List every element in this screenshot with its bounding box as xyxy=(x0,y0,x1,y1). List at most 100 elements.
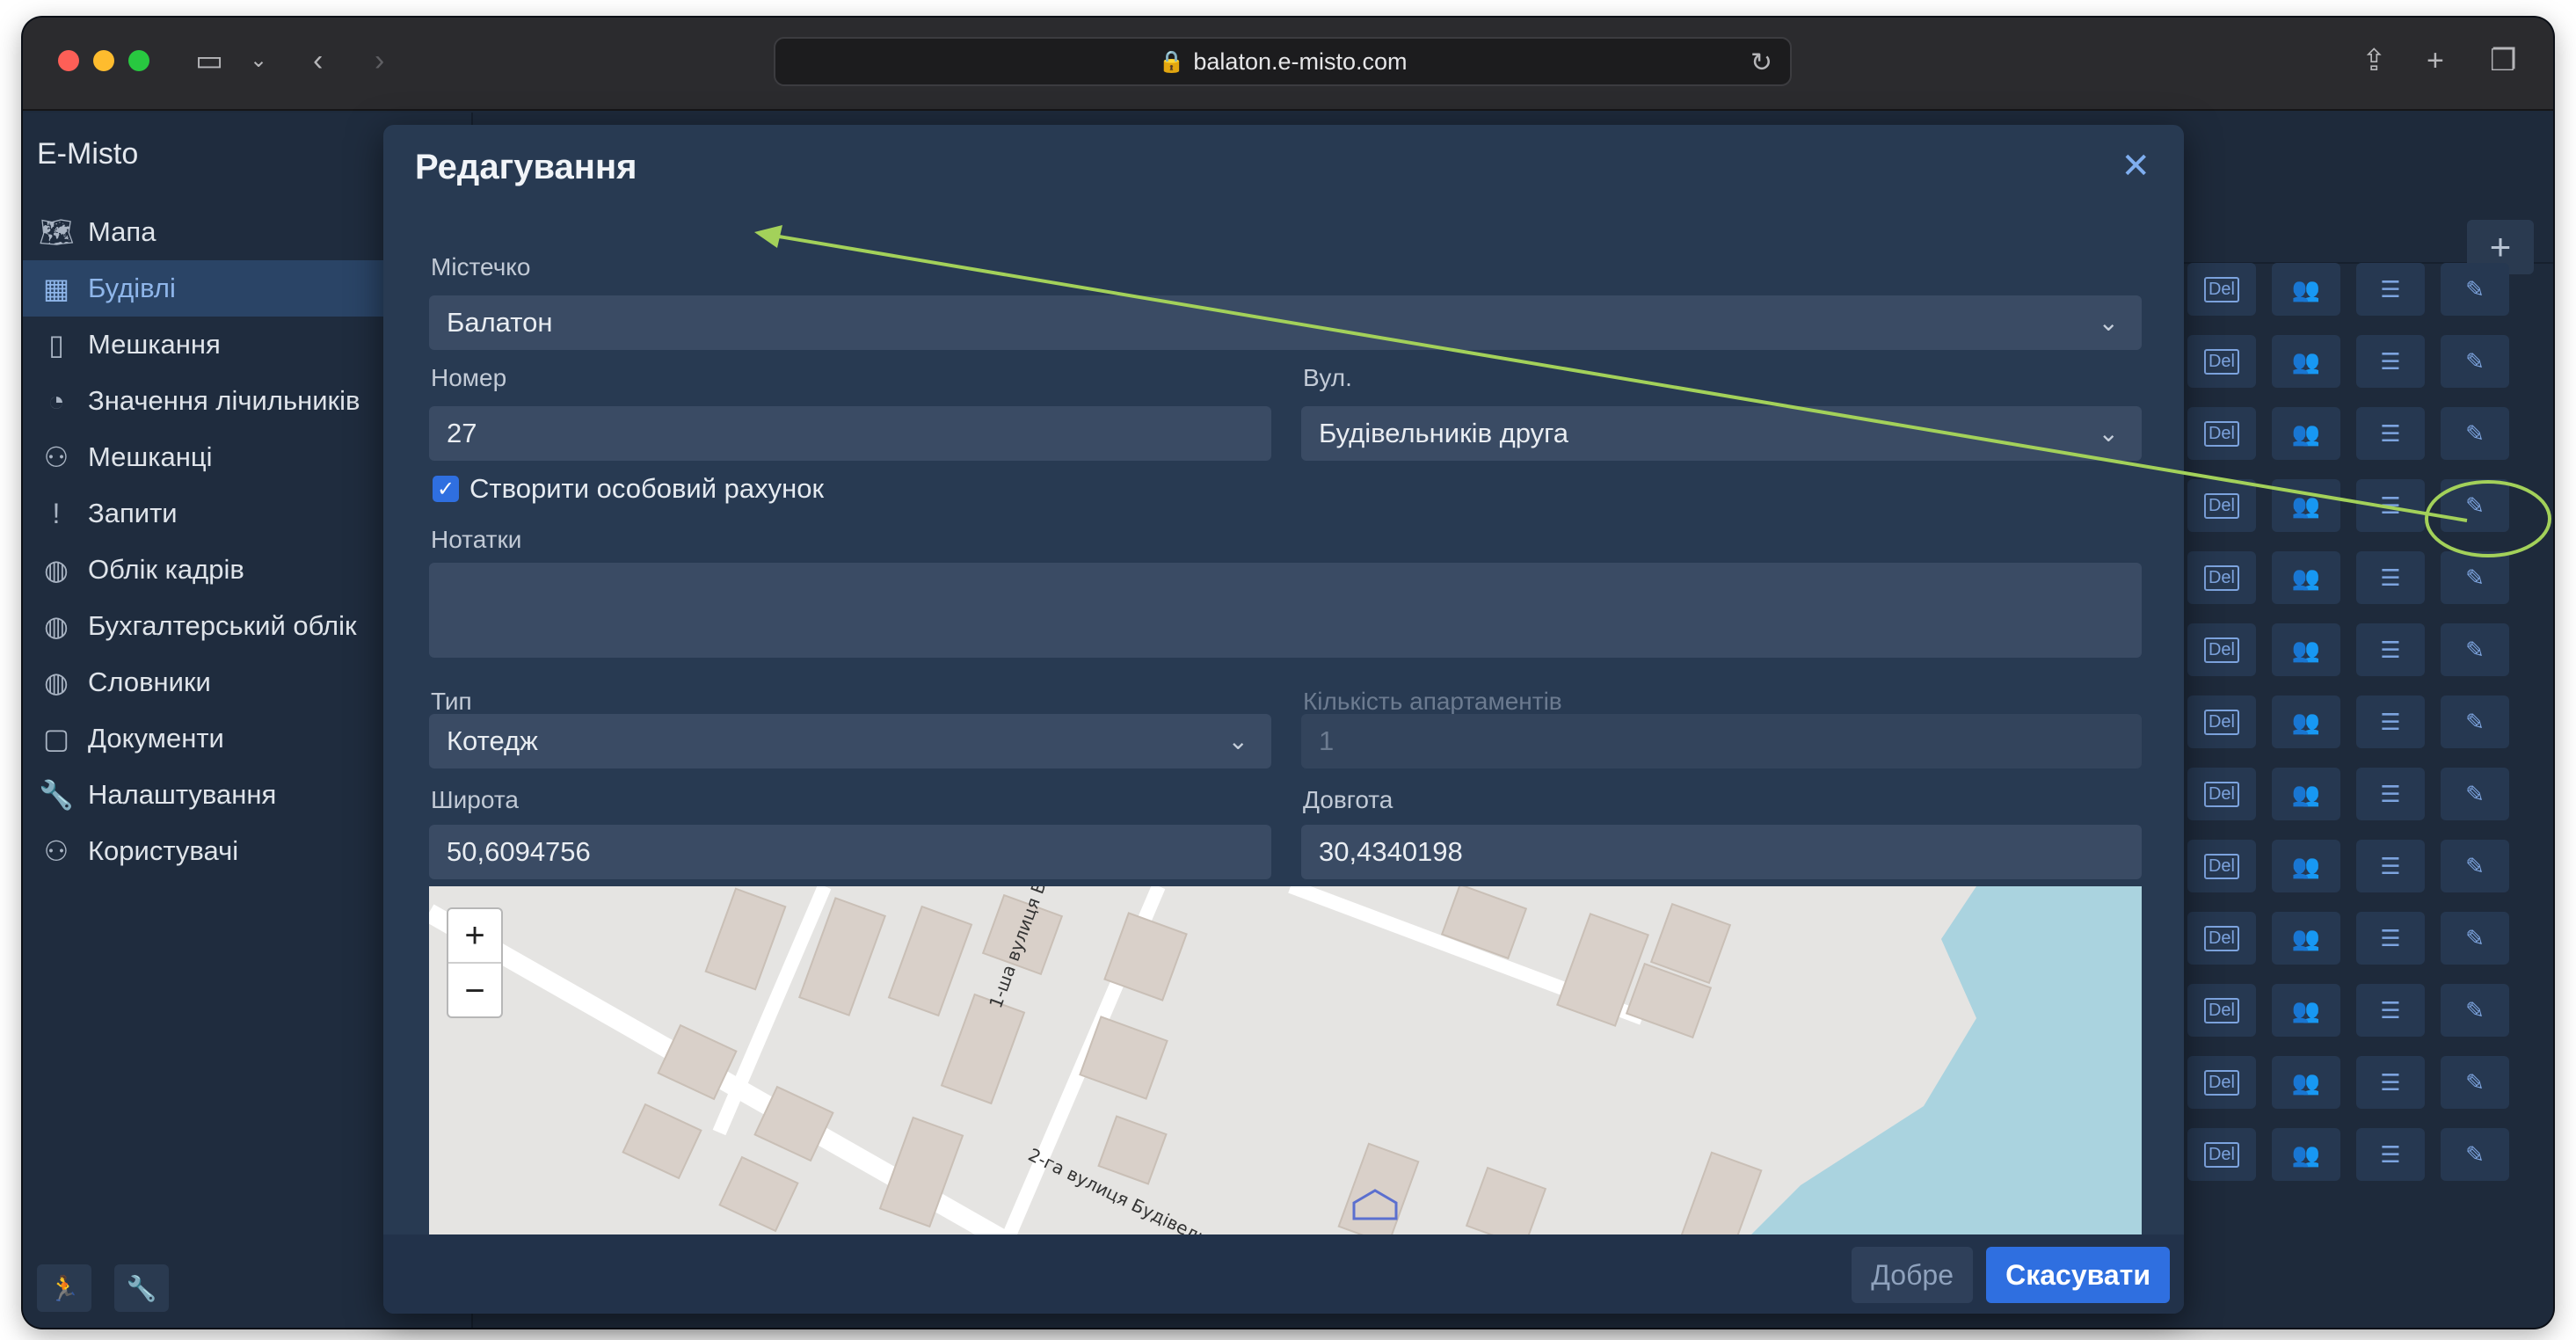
logout-icon[interactable]: 🏃 xyxy=(37,1264,91,1312)
longitude-input[interactable]: 30,4340198 xyxy=(1301,825,2142,879)
delete-button[interactable]: Del xyxy=(2187,479,2256,532)
sidebar-item-label: Мешкання xyxy=(88,329,221,360)
list-icon[interactable]: ☰ xyxy=(2356,984,2425,1037)
list-icon[interactable]: ☰ xyxy=(2356,768,2425,820)
sidebar-item-label: Налаштування xyxy=(88,779,277,810)
longitude-label: Довгота xyxy=(1303,786,1394,813)
delete-label: Del xyxy=(2203,420,2239,447)
list-icon[interactable]: ☰ xyxy=(2356,335,2425,388)
residents-icon[interactable]: 👥 xyxy=(2272,479,2340,532)
number-input[interactable]: 27 xyxy=(429,406,1271,461)
location-map[interactable]: 1-ша вулиця Будівельників 2-га вулиця Бу… xyxy=(429,886,2142,1238)
residents-icon[interactable]: 👥 xyxy=(2272,984,2340,1037)
list-icon[interactable]: ☰ xyxy=(2356,695,2425,748)
list-icon[interactable]: ☰ xyxy=(2356,912,2425,965)
residents-icon[interactable]: 👥 xyxy=(2272,912,2340,965)
residents-icon[interactable]: 👥 xyxy=(2272,768,2340,820)
edit-icon[interactable]: ✎ xyxy=(2441,840,2509,892)
residents-icon[interactable]: 👥 xyxy=(2272,407,2340,460)
forward-icon[interactable]: › xyxy=(375,46,384,76)
town-select[interactable]: Балатон ⌄ xyxy=(429,295,2142,350)
edit-icon[interactable]: ✎ xyxy=(2441,623,2509,676)
edit-icon[interactable]: ✎ xyxy=(2441,551,2509,604)
back-icon[interactable]: ‹ xyxy=(313,46,323,76)
edit-icon[interactable]: ✎ xyxy=(2441,984,2509,1037)
table-row-actions: Del 👥 ☰ ✎ xyxy=(2187,686,2509,758)
cancel-button[interactable]: Скасувати xyxy=(1986,1247,2170,1303)
close-icon[interactable]: ✕ xyxy=(2121,146,2150,186)
zoom-out-button[interactable]: − xyxy=(448,964,501,1018)
zoom-in-button[interactable]: + xyxy=(448,909,501,964)
delete-button[interactable]: Del xyxy=(2187,768,2256,820)
address-bar[interactable]: 🔒 balaton.e-misto.com ↻ xyxy=(774,37,1792,86)
residents-icon[interactable]: 👥 xyxy=(2272,335,2340,388)
edit-icon[interactable]: ✎ xyxy=(2441,479,2509,532)
residents-icon[interactable]: 👥 xyxy=(2272,840,2340,892)
ok-button[interactable]: Добре xyxy=(1852,1247,1973,1303)
edit-icon[interactable]: ✎ xyxy=(2441,1128,2509,1181)
delete-button[interactable]: Del xyxy=(2187,407,2256,460)
list-icon[interactable]: ☰ xyxy=(2356,551,2425,604)
table-row-actions: Del 👥 ☰ ✎ xyxy=(2187,758,2509,830)
residents-icon[interactable]: 👥 xyxy=(2272,551,2340,604)
edit-icon[interactable]: ✎ xyxy=(2441,695,2509,748)
minimize-window-button[interactable] xyxy=(93,50,114,71)
edit-icon[interactable]: ✎ xyxy=(2441,768,2509,820)
street-select[interactable]: Будівельників друга ⌄ xyxy=(1301,406,2142,461)
delete-button[interactable]: Del xyxy=(2187,551,2256,604)
maximize-window-button[interactable] xyxy=(128,50,149,71)
create-account-checkbox-row[interactable]: ✓ Створити особовий рахунок xyxy=(433,473,824,505)
close-window-button[interactable] xyxy=(58,50,79,71)
latitude-input[interactable]: 50,6094756 xyxy=(429,825,1271,879)
map-canvas[interactable]: 1-ша вулиця Будівельників 2-га вулиця Бу… xyxy=(429,886,2142,1238)
residents-icon[interactable]: 👥 xyxy=(2272,623,2340,676)
type-select[interactable]: Котедж ⌄ xyxy=(429,714,1271,768)
brand-title: E-Misto xyxy=(37,137,139,171)
list-icon[interactable]: ☰ xyxy=(2356,263,2425,316)
delete-button[interactable]: Del xyxy=(2187,1128,2256,1181)
table-row-actions: Del 👥 ☰ ✎ xyxy=(2187,974,2509,1046)
new-tab-icon[interactable]: + xyxy=(2427,46,2444,76)
residents-icon[interactable]: 👥 xyxy=(2272,695,2340,748)
street-label: Вул. xyxy=(1303,364,1352,391)
residents-icon[interactable]: 👥 xyxy=(2272,263,2340,316)
list-icon[interactable]: ☰ xyxy=(2356,407,2425,460)
street-value: Будівельників друга xyxy=(1319,418,1568,448)
residents-icon[interactable]: 👥 xyxy=(2272,1128,2340,1181)
delete-button[interactable]: Del xyxy=(2187,912,2256,965)
list-icon[interactable]: ☰ xyxy=(2356,479,2425,532)
edit-icon[interactable]: ✎ xyxy=(2441,1056,2509,1109)
sidebar-item-label: Мапа xyxy=(88,216,156,247)
delete-button[interactable]: Del xyxy=(2187,623,2256,676)
users-icon: ⚇ xyxy=(43,835,69,867)
delete-button[interactable]: Del xyxy=(2187,263,2256,316)
checkbox-checked-icon[interactable]: ✓ xyxy=(433,476,459,502)
delete-button[interactable]: Del xyxy=(2187,335,2256,388)
apartments-value: 1 xyxy=(1319,725,1335,756)
share-icon[interactable]: ⇪ xyxy=(2361,46,2387,76)
delete-button[interactable]: Del xyxy=(2187,695,2256,748)
reload-icon[interactable]: ↻ xyxy=(1750,47,1772,78)
edit-icon[interactable]: ✎ xyxy=(2441,335,2509,388)
sidebar-toggle-icon[interactable]: ▭ xyxy=(195,46,223,76)
notes-textarea[interactable] xyxy=(429,563,2142,658)
list-icon[interactable]: ☰ xyxy=(2356,1128,2425,1181)
wrench-icon: 🔧 xyxy=(39,779,74,811)
delete-button[interactable]: Del xyxy=(2187,1056,2256,1109)
sidebar-item-label: Бухгалтерський облік xyxy=(88,610,357,641)
type-value: Котедж xyxy=(447,725,538,756)
chevron-down-icon[interactable]: ⌄ xyxy=(250,46,267,76)
wrench-icon[interactable]: 🔧 xyxy=(114,1264,169,1312)
edit-icon[interactable]: ✎ xyxy=(2441,407,2509,460)
delete-button[interactable]: Del xyxy=(2187,984,2256,1037)
list-icon[interactable]: ☰ xyxy=(2356,1056,2425,1109)
edit-icon[interactable]: ✎ xyxy=(2441,912,2509,965)
list-icon[interactable]: ☰ xyxy=(2356,623,2425,676)
delete-button[interactable]: Del xyxy=(2187,840,2256,892)
residents-icon[interactable]: 👥 xyxy=(2272,1056,2340,1109)
table-row-actions: Del 👥 ☰ ✎ xyxy=(2187,542,2509,614)
list-icon[interactable]: ☰ xyxy=(2356,840,2425,892)
table-row-actions: Del 👥 ☰ ✎ xyxy=(2187,614,2509,686)
tabs-overview-icon[interactable]: ❐ xyxy=(2490,46,2516,76)
edit-icon[interactable]: ✎ xyxy=(2441,263,2509,316)
